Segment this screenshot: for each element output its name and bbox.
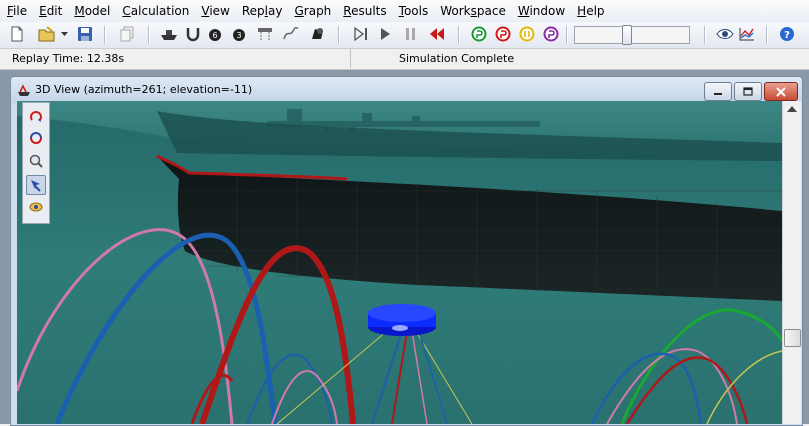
replay-slider-thumb[interactable] <box>622 25 632 45</box>
graph-icon[interactable] <box>738 25 756 43</box>
menu-workspace[interactable]: Workspace <box>435 0 511 22</box>
menu-results[interactable]: Results <box>338 0 391 22</box>
eye-icon[interactable] <box>716 25 734 43</box>
reset-calc-icon[interactable] <box>542 25 560 43</box>
menu-tools[interactable]: Tools <box>394 0 434 22</box>
scroll-up-icon[interactable] <box>787 106 797 112</box>
line-icon[interactable] <box>184 25 202 43</box>
dropdown-arrow-icon[interactable] <box>60 25 70 43</box>
step-forward-icon[interactable] <box>352 25 370 43</box>
view-3d-window-icon <box>17 83 31 97</box>
label-icon[interactable] <box>27 199 45 217</box>
open-folder-icon[interactable] <box>38 25 56 43</box>
shape-icon[interactable] <box>308 25 326 43</box>
menu-calculation[interactable]: Calculation <box>117 0 194 22</box>
vessel-icon[interactable] <box>160 25 178 43</box>
main-toolbar: 6 3 ? <box>0 22 809 49</box>
pause-calc-icon[interactable] <box>518 25 536 43</box>
play-icon[interactable] <box>376 25 394 43</box>
menu-file[interactable]: File <box>2 0 32 22</box>
menu-graph[interactable]: Graph <box>289 0 336 22</box>
maximize-button[interactable] <box>734 82 762 101</box>
simulation-state-label: Simulation Complete <box>399 52 515 65</box>
underwater-scene <box>17 101 782 424</box>
buoy-6d-icon[interactable]: 6 <box>206 25 224 43</box>
select-icon[interactable] <box>26 175 46 195</box>
view-3d-canvas[interactable] <box>17 101 782 424</box>
new-document-icon[interactable] <box>8 25 26 43</box>
svg-text:3: 3 <box>236 31 241 40</box>
view-3d-title: 3D View (azimuth=261; elevation=-11) <box>35 83 253 96</box>
menu-view[interactable]: View <box>196 0 234 22</box>
close-button[interactable] <box>764 82 798 101</box>
view-tools-palette <box>22 102 50 224</box>
pan-icon[interactable] <box>27 129 45 147</box>
minimize-icon <box>714 92 722 95</box>
buoy-3d-icon[interactable]: 3 <box>230 25 248 43</box>
replay-status-bar: Replay Time: 12.38s Simulation Complete <box>0 49 809 70</box>
menu-help[interactable]: Help <box>572 0 609 22</box>
svg-text:?: ? <box>784 30 790 41</box>
link-icon[interactable] <box>282 25 300 43</box>
menu-bar: File Edit Model Calculation View Replay Graph R… <box>0 0 809 22</box>
dynamic-calc-icon[interactable] <box>494 25 512 43</box>
menu-replay[interactable]: Replay <box>237 0 288 22</box>
buoy[interactable] <box>368 304 436 336</box>
simulation-state-panel: Simulation Complete <box>350 49 807 68</box>
maximize-icon <box>743 87 753 96</box>
close-icon <box>776 86 786 97</box>
rotate-icon[interactable] <box>27 107 45 125</box>
minimize-button[interactable] <box>704 82 732 101</box>
menu-model[interactable]: Model <box>69 0 115 22</box>
static-calc-icon[interactable] <box>470 25 488 43</box>
pause-icon[interactable] <box>402 25 420 43</box>
copy-disabled-icon <box>118 25 136 43</box>
help-icon[interactable]: ? <box>778 25 796 43</box>
vertical-scrollbar[interactable] <box>782 101 801 424</box>
svg-text:6: 6 <box>212 31 217 40</box>
winch-icon[interactable] <box>256 25 274 43</box>
scrollbar-thumb[interactable] <box>784 329 801 347</box>
menu-window[interactable]: Window <box>513 0 570 22</box>
replay-slider[interactable] <box>574 25 690 45</box>
view-3d-title-bar[interactable]: 3D View (azimuth=261; elevation=-11) <box>11 77 802 103</box>
replay-time-label: Replay Time: 12.38s <box>12 52 125 65</box>
zoom-icon[interactable] <box>27 152 45 170</box>
save-icon[interactable] <box>76 25 94 43</box>
menu-edit[interactable]: Edit <box>34 0 67 22</box>
rewind-icon[interactable] <box>428 25 446 43</box>
